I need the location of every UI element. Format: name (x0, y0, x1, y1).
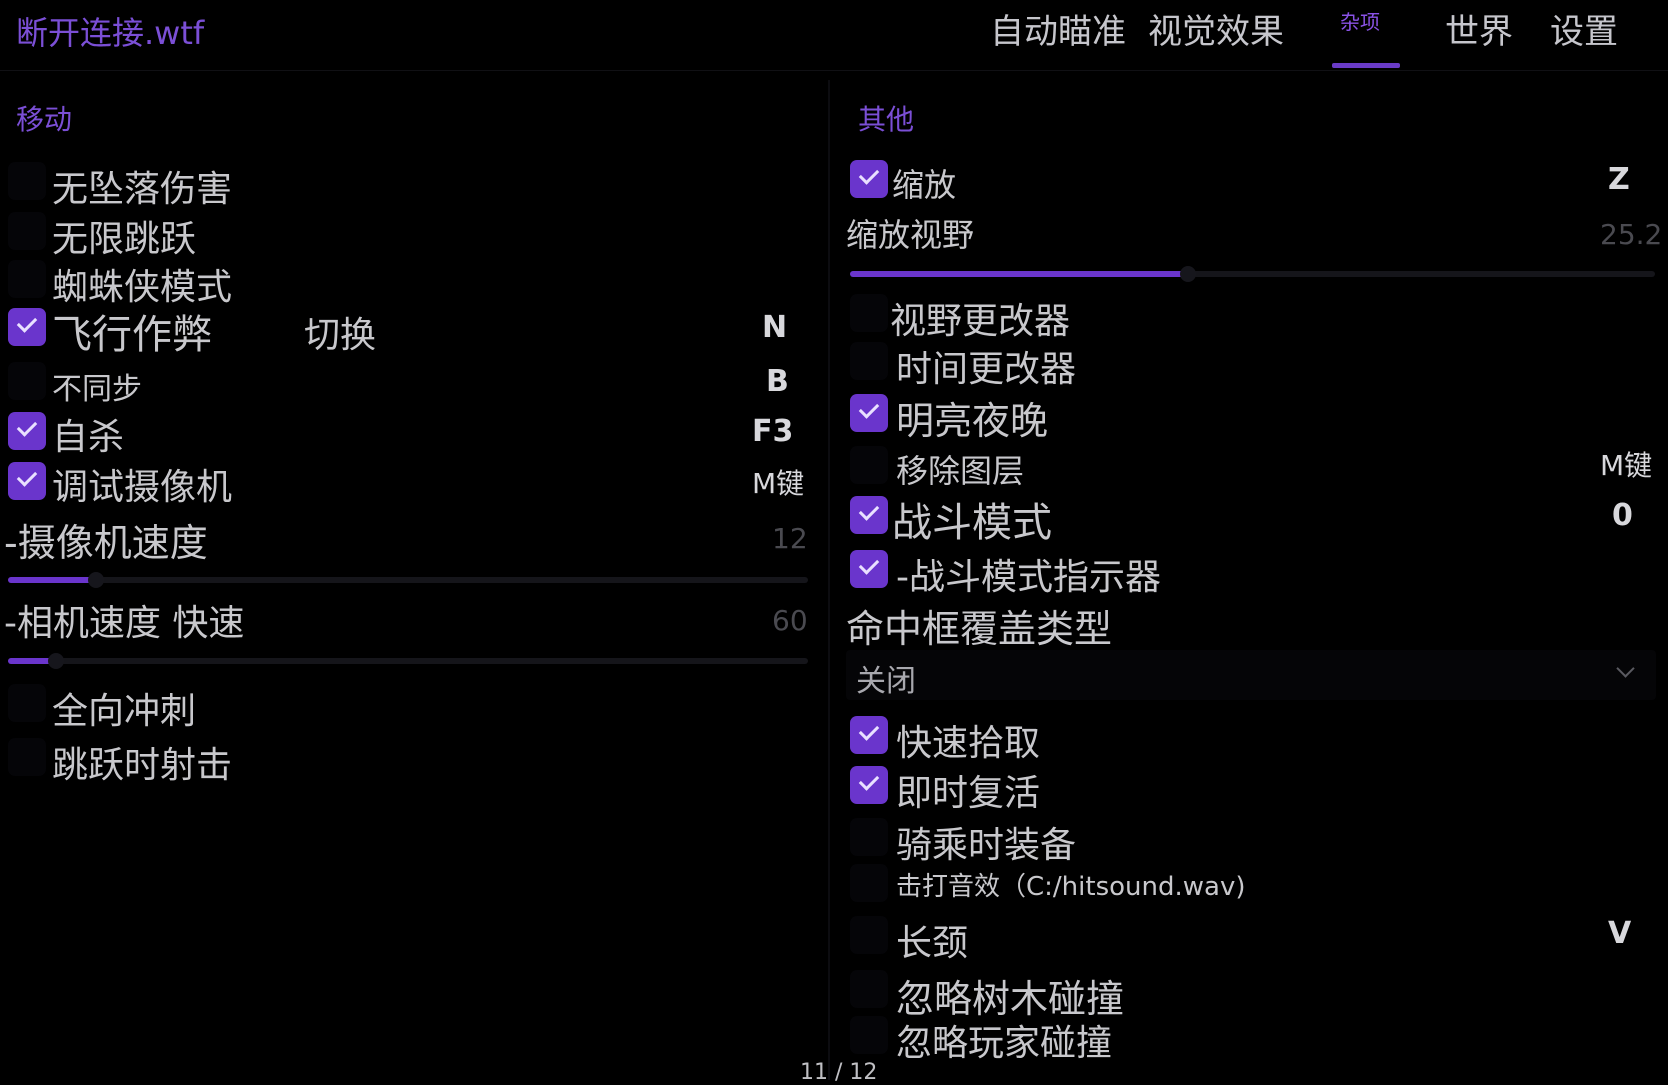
camera-fast-slider[interactable] (8, 653, 808, 669)
camera-fast-value: 60 (772, 604, 808, 637)
fly-hack-checkbox[interactable] (8, 308, 46, 346)
option-debug-camera[interactable]: 调试摄像机 M键 (8, 460, 808, 508)
fly-mode-toggle[interactable]: 切换 (304, 306, 376, 358)
desync-checkbox[interactable] (8, 362, 46, 400)
instant-revive-checkbox[interactable] (850, 766, 888, 804)
option-label: 战斗模式 (892, 500, 1052, 546)
option-label: 击打音效（C:/hitsound.wav) (896, 872, 1246, 902)
tab-settings[interactable]: 设置 (1550, 4, 1618, 53)
equip-mounted-checkbox[interactable] (850, 818, 888, 856)
option-label: 视野更改器 (890, 301, 1071, 342)
option-label: 骑乘时装备 (896, 825, 1077, 866)
ignore-tree-checkbox[interactable] (850, 970, 888, 1008)
option-label: 忽略玩家碰撞 (896, 1023, 1113, 1064)
slider-fill (850, 271, 1189, 277)
option-label: 长颈 (896, 923, 969, 964)
section-title-other: 其他 (858, 103, 915, 136)
camera-fast-label: -相机速度 快速 (4, 603, 245, 644)
zoom-fov-slider[interactable] (850, 266, 1655, 282)
active-tab-indicator (1332, 63, 1400, 68)
debug-camera-keybind[interactable]: M键 (752, 462, 804, 502)
option-label: 时间更改器 (896, 349, 1077, 390)
option-label: 即时复活 (896, 773, 1041, 814)
option-suicide[interactable]: 自杀 F3 (8, 410, 793, 458)
tab-world[interactable]: 世界 (1445, 4, 1513, 53)
debug-camera-checkbox[interactable] (8, 462, 46, 500)
option-remove-layers[interactable]: 移除图层 M键 (850, 444, 1660, 490)
panel-divider (828, 80, 830, 1080)
option-label: 缩放 (892, 166, 957, 204)
bright-night-checkbox[interactable] (850, 394, 888, 432)
tab-aimbot[interactable]: 自动瞄准 (990, 4, 1126, 53)
app-title: 断开连接.wtf (16, 14, 205, 52)
omni-sprint-checkbox[interactable] (8, 684, 46, 722)
option-long-neck[interactable]: 长颈 V (850, 914, 1660, 964)
remove-layers-keybind[interactable]: M键 (1600, 444, 1652, 484)
camera-speed-label: -摄像机速度 (4, 521, 208, 565)
remove-layers-checkbox[interactable] (850, 446, 888, 484)
option-label: 快速拾取 (896, 723, 1041, 764)
option-label: 明亮夜晚 (896, 399, 1049, 443)
hitsound-checkbox[interactable] (850, 864, 888, 902)
page-counter: 11 / 12 (800, 1060, 878, 1085)
option-zoom[interactable]: 缩放 Z (850, 160, 1660, 204)
option-label: 自杀 (52, 417, 125, 458)
slider-knob[interactable] (1180, 266, 1197, 282)
suicide-checkbox[interactable] (8, 412, 46, 450)
no-fall-damage-checkbox[interactable] (8, 162, 46, 200)
ignore-player-checkbox[interactable] (850, 1016, 888, 1054)
infinite-jump-checkbox[interactable] (8, 212, 46, 250)
option-combat-mode[interactable]: 战斗模式 0 (850, 494, 1660, 546)
suicide-keybind[interactable]: F3 (752, 414, 793, 449)
camera-speed-slider[interactable] (8, 572, 808, 588)
option-label: 无限跳跃 (52, 219, 197, 260)
option-label: 不同步 (52, 372, 142, 407)
top-bar: 断开连接.wtf 自动瞄准 视觉效果 杂项 世界 设置 (0, 0, 1668, 71)
tab-misc[interactable]: 杂项 (1340, 6, 1380, 35)
combat-mode-checkbox[interactable] (850, 496, 888, 534)
option-label: 调试摄像机 (52, 467, 233, 508)
zoom-fov-value: 25.2 (1600, 218, 1663, 251)
slider-knob[interactable] (48, 653, 64, 669)
chevron-down-icon (1616, 659, 1635, 678)
fov-changer-checkbox[interactable] (850, 294, 888, 332)
option-label: 移除图层 (896, 452, 1025, 490)
slider-knob[interactable] (88, 572, 104, 588)
hitbox-override-label: 命中框覆盖类型 (846, 607, 1113, 651)
time-changer-checkbox[interactable] (850, 342, 888, 380)
hitbox-override-dropdown[interactable]: 关闭 (846, 650, 1656, 700)
option-label: 全向冲刺 (52, 691, 197, 732)
zoom-fov-label: 缩放视野 (846, 216, 975, 254)
fly-keybind[interactable]: N (762, 310, 787, 345)
slider-fill (8, 577, 96, 583)
zoom-checkbox[interactable] (850, 160, 888, 198)
camera-speed-value: 12 (772, 522, 808, 555)
option-label: -战斗模式指示器 (896, 557, 1161, 598)
option-label: 飞行作弊 (52, 312, 212, 358)
long-neck-keybind[interactable]: V (1608, 916, 1631, 951)
desync-keybind[interactable]: B (766, 364, 789, 399)
jump-shoot-checkbox[interactable] (8, 738, 46, 776)
option-fly-hack[interactable]: 飞行作弊 切换 N (8, 306, 788, 358)
long-neck-checkbox[interactable] (850, 916, 888, 954)
zoom-keybind[interactable]: Z (1608, 162, 1630, 197)
spider-mode-checkbox[interactable] (8, 260, 46, 298)
option-label: 跳跃时射击 (52, 745, 233, 786)
combat-indicator-checkbox[interactable] (850, 550, 888, 588)
dropdown-selected-value: 关闭 (856, 664, 916, 699)
section-title-movement: 移动 (16, 103, 73, 136)
option-label: 无坠落伤害 (52, 169, 233, 210)
tab-visuals[interactable]: 视觉效果 (1148, 4, 1284, 53)
option-desync[interactable]: 不同步 B (8, 360, 789, 407)
fast-loot-checkbox[interactable] (850, 716, 888, 754)
combat-mode-keybind[interactable]: 0 (1612, 498, 1633, 533)
